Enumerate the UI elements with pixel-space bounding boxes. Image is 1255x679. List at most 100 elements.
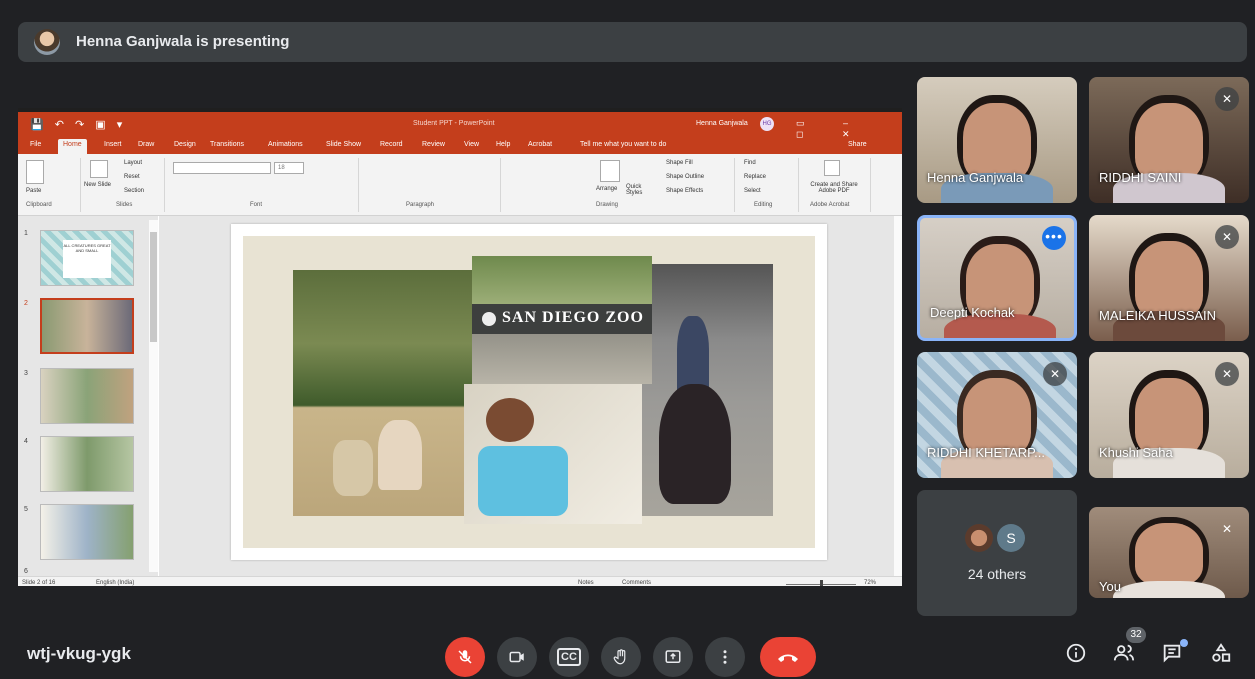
ribbon-divider xyxy=(358,158,359,212)
notes-button: Notes xyxy=(578,580,594,586)
photo-child-lying xyxy=(464,384,642,524)
photo-girl-with-dog xyxy=(293,270,473,516)
font-name-box xyxy=(173,162,271,174)
chat-notification-dot xyxy=(1180,639,1188,647)
others-count: 24 others xyxy=(967,566,1027,582)
participant-body xyxy=(1113,581,1225,598)
participant-name: RIDDHI SAINI xyxy=(1099,170,1182,185)
quick-styles-label: Quick Styles xyxy=(626,184,643,196)
thumbnail-title: ALL CREATURES GREAT AND SMALL xyxy=(63,240,111,278)
dog-figure xyxy=(333,440,373,496)
mic-off-icon: ✕ xyxy=(1221,522,1233,536)
ppt-window-controls: ▭ – ◻ ✕ xyxy=(796,118,868,139)
new-slide-icon xyxy=(90,160,108,178)
comments-button: Comments xyxy=(622,580,652,586)
group-slides: Slides xyxy=(116,202,133,208)
thumbnail-number: 2 xyxy=(24,300,28,307)
presenter-avatar xyxy=(34,29,60,55)
thumbnail-number: 1 xyxy=(24,230,28,237)
ribbon-divider xyxy=(798,158,799,212)
meeting-info-button[interactable] xyxy=(1065,642,1087,670)
people-button[interactable] xyxy=(1112,642,1136,670)
participant-tile[interactable]: ✕ RIDDHI KHETARP... xyxy=(917,352,1077,478)
tab-acrobat: Acrobat xyxy=(528,141,553,148)
child-figure xyxy=(378,420,422,490)
tab-view: View xyxy=(464,141,480,148)
thumbnail-number: 4 xyxy=(24,438,28,445)
mic-off-icon: ✕ xyxy=(1215,225,1239,249)
camera-toggle-button[interactable] xyxy=(497,637,537,677)
paste-icon xyxy=(26,160,44,184)
ribbon-divider xyxy=(80,158,81,212)
other-participant-avatar xyxy=(965,524,993,552)
raise-hand-button[interactable] xyxy=(601,637,641,677)
activities-button[interactable] xyxy=(1210,642,1232,670)
meeting-code: wtj-vkug-ygk xyxy=(27,644,131,663)
participant-tile[interactable]: ✕ RIDDHI SAINI xyxy=(1089,77,1249,203)
participant-tile-active[interactable]: ••• Deepti Kochak xyxy=(917,215,1077,341)
present-button[interactable] xyxy=(653,637,693,677)
presenting-text: Henna Ganjwala is presenting xyxy=(76,33,290,50)
mic-off-icon: ✕ xyxy=(1215,362,1239,386)
tab-design: Design xyxy=(174,141,196,148)
group-adobe-acrobat: Adobe Acrobat xyxy=(810,202,850,208)
shape-fill-button: Shape Fill xyxy=(666,160,693,166)
present-icon xyxy=(665,650,681,663)
paste-label: Paste xyxy=(26,188,42,194)
photo-yak-ride xyxy=(639,264,773,516)
tab-draw: Draw xyxy=(138,141,155,148)
participant-tile[interactable]: ✕ Khushi Saha xyxy=(1089,352,1249,478)
shape-outline-button: Shape Outline xyxy=(666,174,705,180)
zoom-slider-knob xyxy=(820,580,823,586)
others-tile[interactable]: S 24 others xyxy=(917,490,1077,616)
child-shirt xyxy=(478,446,568,516)
other-participant-avatar: S xyxy=(997,524,1025,552)
create-share-pdf-label: Create and Share Adobe PDF xyxy=(810,182,858,194)
photo-zoo-sign: SAN DIEGO ZOO xyxy=(472,256,652,384)
activities-icon xyxy=(1212,643,1231,662)
tab-home: Home xyxy=(58,139,87,154)
pdf-icon xyxy=(824,160,840,176)
layout-button: Layout xyxy=(124,160,143,166)
yak-figure xyxy=(659,384,731,504)
more-options-icon[interactable]: ••• xyxy=(1042,226,1066,250)
ribbon-divider xyxy=(870,158,871,212)
end-call-button[interactable] xyxy=(760,637,816,677)
participant-name: Khushi Saha xyxy=(1099,445,1173,460)
ppt-titlebar: 💾 ↶ ↷ ▣ ▾ Student PPT - PowerPoint Henna… xyxy=(18,112,902,139)
mic-toggle-button[interactable] xyxy=(445,637,485,677)
ppt-user-avatar: HG xyxy=(760,117,774,131)
quick-access-toolbar: 💾 ↶ ↷ ▣ ▾ xyxy=(30,119,127,131)
self-view-tile[interactable]: ✕ You xyxy=(1089,507,1249,598)
slide-thumbnail-4 xyxy=(40,436,134,492)
presenting-banner: Henna Ganjwala is presenting xyxy=(18,22,1247,62)
end-call-icon xyxy=(778,654,798,662)
more-options-button[interactable] xyxy=(705,637,745,677)
participant-tile[interactable]: ✕ MALEIKA HUSSAIN xyxy=(1089,215,1249,341)
captions-button[interactable]: CC xyxy=(549,637,589,677)
tab-help: Help xyxy=(496,141,511,148)
tab-review: Review xyxy=(422,141,445,148)
thumbnail-number: 3 xyxy=(24,370,28,377)
chat-button[interactable] xyxy=(1161,642,1183,670)
zoom-level: 72% xyxy=(864,580,877,586)
tab-animations: Animations xyxy=(268,141,303,148)
slide-counter: Slide 2 of 16 xyxy=(22,580,56,586)
camera-icon xyxy=(509,651,524,663)
thumbnail-number: 6 xyxy=(24,568,28,575)
group-drawing: Drawing xyxy=(596,202,619,208)
participant-tile[interactable]: Henna Ganjwala xyxy=(917,77,1077,203)
tab-file: File xyxy=(30,141,42,148)
mic-off-icon: ✕ xyxy=(1043,362,1067,386)
section-button: Section xyxy=(124,188,145,194)
slide-thumbnail-3 xyxy=(40,368,134,424)
ppt-statusbar: Slide 2 of 16 English (India) Notes Comm… xyxy=(18,576,902,586)
replace-button: Replace xyxy=(744,174,767,180)
shared-screen: 💾 ↶ ↷ ▣ ▾ Student PPT - PowerPoint Henna… xyxy=(18,108,902,586)
ribbon-divider xyxy=(734,158,735,212)
thumbnail-number: 5 xyxy=(24,506,28,513)
slide-editor: SAN DIEGO ZOO xyxy=(159,216,894,576)
ribbon-divider xyxy=(164,158,165,212)
editor-scrollbar xyxy=(894,216,902,576)
ribbon-divider xyxy=(500,158,501,212)
